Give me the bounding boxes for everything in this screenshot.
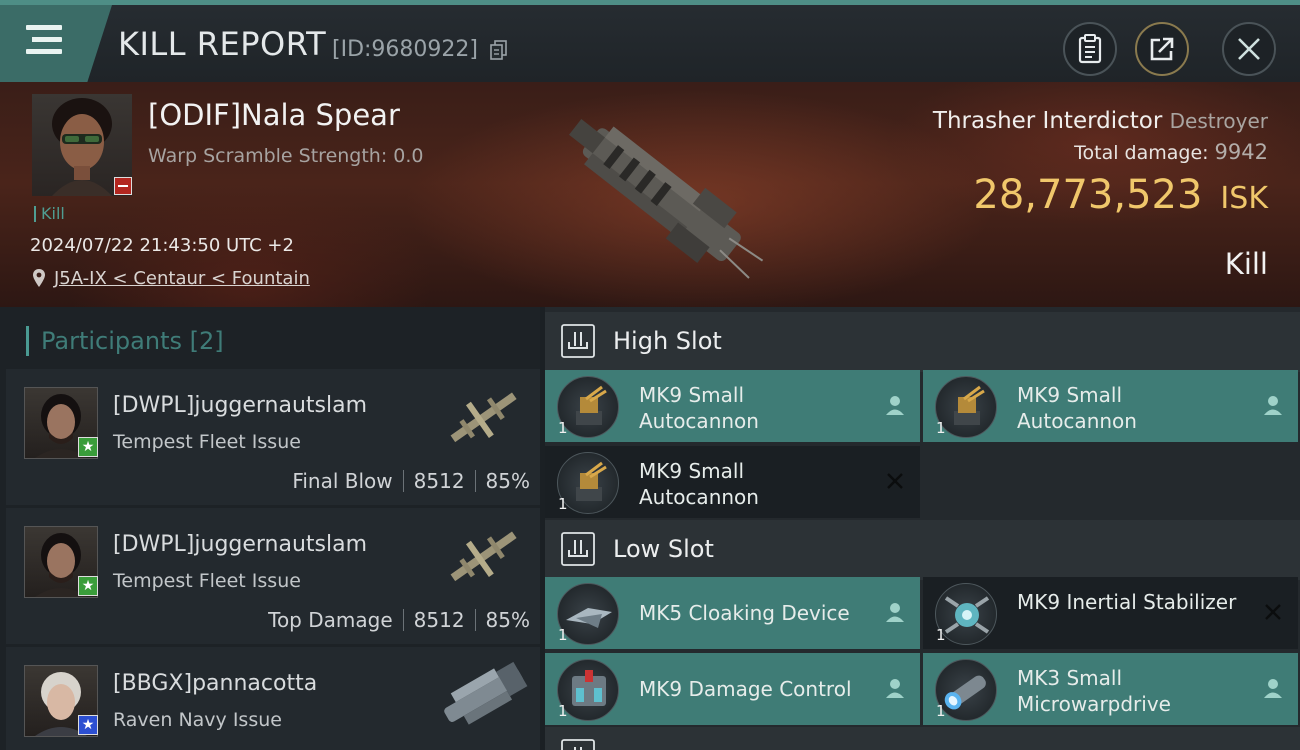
participant-percent: 85% — [485, 469, 530, 493]
total-damage-label: Total damage: — [1074, 142, 1209, 164]
participant-stats: Final Blow 8512 85% — [292, 469, 530, 493]
low-slot-icon — [561, 532, 595, 566]
mid-slot-header — [545, 727, 1300, 750]
warp-scramble-strength: Warp Scramble Strength: 0.0 — [148, 145, 424, 167]
participant-ship: Raven Navy Issue — [113, 709, 282, 731]
close-button[interactable] — [1222, 22, 1276, 76]
isk-unit: ISK — [1220, 181, 1268, 216]
participants-panel: Participants [2] ★ [DWPL]juggernautslam … — [0, 307, 540, 750]
participant-name: [DWPL]juggernautslam — [113, 393, 368, 418]
pilot-icon — [1264, 679, 1282, 698]
participant-row[interactable]: ★ [DWPL]juggernautslam Tempest Fleet Iss… — [6, 369, 540, 505]
module-name: MK9 Small Autocannon — [639, 459, 759, 509]
ship-icon — [450, 392, 517, 443]
copy-icon[interactable] — [490, 40, 508, 60]
share-button[interactable] — [1135, 22, 1189, 76]
module-qty: 1 — [558, 702, 568, 720]
module-name: MK9 Small Autocannon — [1017, 383, 1137, 433]
victim-name[interactable]: [ODIF]Nala Spear — [148, 98, 400, 132]
close-icon — [1238, 38, 1260, 60]
module-card[interactable]: 1 MK9 Small Autocannon — [545, 446, 920, 518]
high-slot-header: High Slot — [545, 312, 1300, 372]
module-card[interactable]: 1 MK9 Small Autocannon — [545, 370, 920, 442]
share-icon — [1150, 37, 1174, 61]
module-name: MK3 Small Microwarpdrive — [1017, 666, 1171, 716]
module-name: MK9 Small Autocannon — [639, 383, 759, 433]
pilot-icon — [886, 679, 904, 698]
pilot-icon — [886, 396, 904, 415]
ship-class: Destroyer — [1169, 109, 1268, 133]
ship-icon — [450, 531, 517, 582]
standing-star-icon: ★ — [78, 715, 98, 735]
module-card[interactable]: 1 MK5 Cloaking Device — [545, 577, 920, 649]
total-damage-value: 9942 — [1214, 140, 1268, 164]
hostile-badge — [114, 177, 132, 195]
participant-percent: 85% — [485, 608, 530, 632]
victim-ship-image — [569, 119, 764, 279]
top-bar: KILL REPORT [ID:9680922] — [0, 0, 1300, 82]
ship-name: Thrasher Interdictor — [932, 108, 1163, 134]
kill-datetime: 2024/07/22 21:43:50 UTC +2 — [30, 235, 294, 256]
victim-ship[interactable]: Thrasher Interdictor Destroyer — [933, 108, 1268, 134]
isk-value: 28,773,523 ISK — [973, 172, 1268, 218]
participant-stats: Top Damage 8512 85% — [268, 608, 530, 632]
kill-result: Kill — [1224, 247, 1268, 281]
hamburger-icon — [26, 25, 62, 30]
location-pin-icon — [33, 269, 45, 287]
participant-role: Top Damage — [268, 608, 393, 632]
location-link[interactable]: J5A-IX < Centaur < Fountain — [54, 268, 310, 289]
high-slot-icon — [561, 324, 595, 358]
pilot-icon — [886, 603, 904, 622]
participant-ship: Tempest Fleet Issue — [113, 431, 301, 453]
participants-list: ★ [DWPL]juggernautslam Tempest Fleet Iss… — [6, 369, 540, 750]
kill-tag: Kill — [34, 206, 65, 222]
participant-damage: 8512 — [413, 469, 465, 493]
low-slot-title: Low Slot — [613, 535, 714, 563]
low-slot-header: Low Slot — [545, 520, 1300, 580]
participant-ship: Tempest Fleet Issue — [113, 570, 301, 592]
participant-name: [BBGX]pannacotta — [113, 671, 318, 696]
participant-role: Final Blow — [292, 469, 393, 493]
module-qty: 1 — [936, 702, 946, 720]
module-qty: 1 — [558, 495, 568, 513]
menu-button[interactable] — [0, 5, 112, 82]
page-title: KILL REPORT — [118, 25, 327, 63]
high-slot-title: High Slot — [613, 327, 722, 355]
module-name: MK5 Cloaking Device — [639, 601, 850, 625]
module-name: MK9 Inertial Stabilizer — [1017, 590, 1237, 614]
clipboard-icon — [1078, 34, 1102, 64]
mid-slot-icon — [561, 739, 595, 750]
module-qty: 1 — [558, 419, 568, 437]
module-card[interactable]: 1 MK9 Damage Control — [545, 653, 920, 725]
report-id: [ID:9680922] — [332, 37, 478, 62]
destroyed-icon — [1265, 604, 1281, 620]
participant-row[interactable]: ★ [DWPL]juggernautslam Tempest Fleet Iss… — [6, 508, 540, 644]
ship-icon — [444, 661, 528, 725]
participant-name: [DWPL]juggernautslam — [113, 532, 368, 557]
module-name: MK9 Damage Control — [639, 677, 852, 701]
total-damage: Total damage: 9942 — [1074, 140, 1268, 164]
pilot-icon — [1264, 396, 1282, 415]
fitting-panel: High Slot 1 MK9 Small Autocannon 1 MK9 S… — [545, 307, 1300, 750]
module-card[interactable]: 1 MK9 Inertial Stabilizer — [923, 577, 1298, 649]
module-qty: 1 — [558, 626, 568, 644]
module-card[interactable]: 1 MK3 Small Microwarpdrive — [923, 653, 1298, 725]
isk-amount: 28,773,523 — [973, 172, 1203, 218]
clipboard-button[interactable] — [1063, 22, 1117, 76]
standing-star-icon: ★ — [78, 437, 98, 457]
participant-row[interactable]: ★ [BBGX]pannacotta Raven Navy Issue — [6, 647, 540, 750]
kill-summary-banner: [ODIF]Nala Spear Warp Scramble Strength:… — [0, 82, 1300, 307]
destroyed-icon — [887, 473, 903, 489]
participant-damage: 8512 — [413, 608, 465, 632]
module-qty: 1 — [936, 419, 946, 437]
standing-star-icon: ★ — [78, 576, 98, 596]
participants-title: Participants [2] — [26, 326, 224, 356]
module-card[interactable]: 1 MK9 Small Autocannon — [923, 370, 1298, 442]
module-qty: 1 — [936, 626, 946, 644]
